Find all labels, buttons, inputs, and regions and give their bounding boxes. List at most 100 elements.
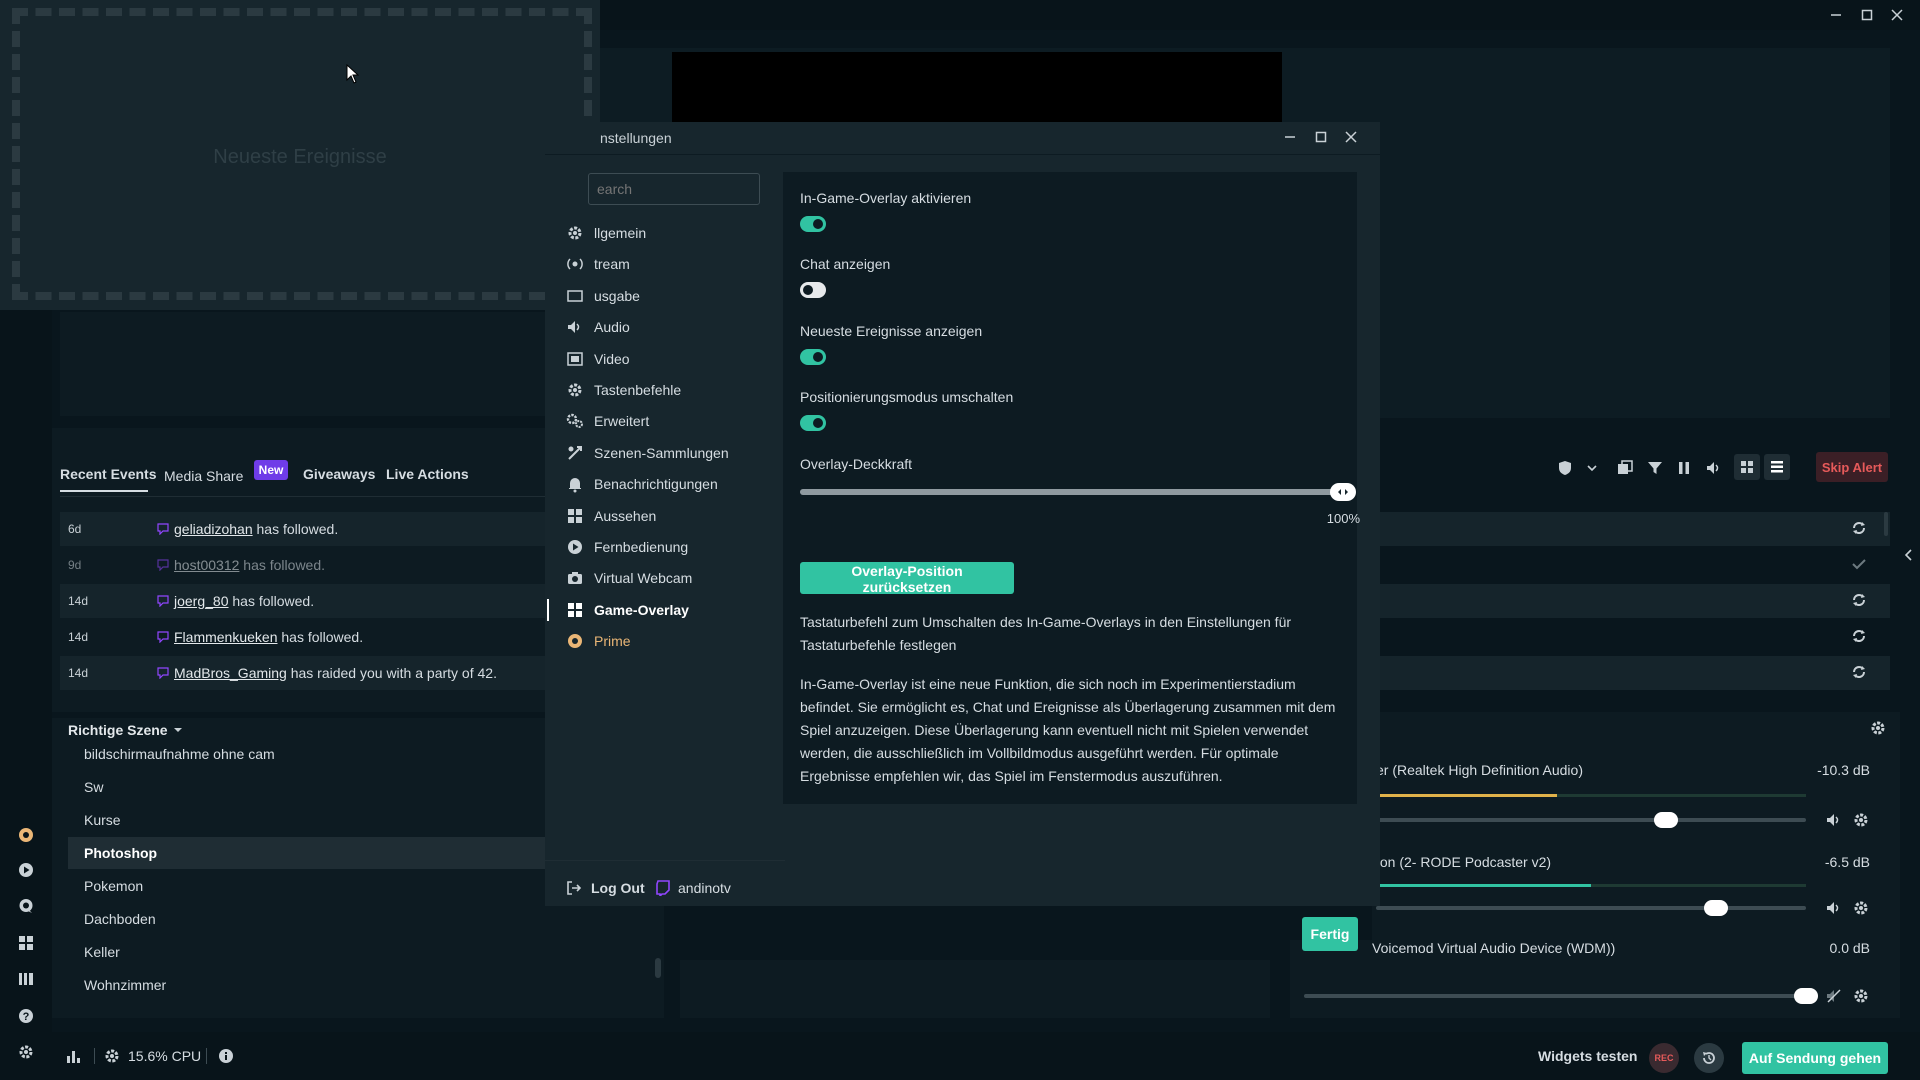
logout-button[interactable]: Log Out bbox=[591, 880, 645, 896]
list-view-icon[interactable] bbox=[1764, 454, 1790, 480]
modal-maximize-icon[interactable] bbox=[1310, 126, 1332, 148]
pause-icon[interactable] bbox=[1677, 460, 1691, 476]
opacity-slider-handle[interactable] bbox=[1330, 483, 1356, 501]
scene-item[interactable]: Kurse bbox=[68, 804, 546, 836]
opacity-slider-track[interactable] bbox=[800, 489, 1342, 495]
volume-slider-track[interactable] bbox=[1376, 906, 1806, 910]
copy-icon[interactable] bbox=[1617, 460, 1633, 476]
replay-icon[interactable] bbox=[1851, 664, 1867, 680]
speaker-icon[interactable] bbox=[1826, 900, 1842, 916]
replay-icon[interactable] bbox=[1851, 628, 1867, 644]
scene-item[interactable]: Wohnzimmer bbox=[68, 969, 546, 1001]
volume-slider-handle[interactable] bbox=[1704, 900, 1728, 916]
scene-item[interactable]: Sw bbox=[68, 771, 546, 803]
tab-live-actions[interactable]: Live Actions bbox=[386, 466, 469, 482]
settings-nav-item[interactable]: Prime bbox=[566, 626, 786, 656]
settings-nav-item[interactable]: Szenen-Sammlungen bbox=[566, 438, 786, 468]
record-button[interactable]: REC bbox=[1649, 1043, 1679, 1073]
settings-nav-item[interactable]: Benachrichtigungen bbox=[566, 469, 786, 499]
stats-bar-chart-icon[interactable] bbox=[66, 1048, 82, 1064]
chat-show-toggle[interactable] bbox=[800, 282, 826, 298]
chevron-down-icon[interactable] bbox=[1586, 462, 1598, 474]
settings-nav-item[interactable]: tream bbox=[566, 249, 786, 279]
settings-nav-item[interactable]: Tastenbefehle bbox=[566, 375, 786, 405]
tab-recent-events[interactable]: Recent Events bbox=[60, 466, 156, 482]
positioning-mode-toggle[interactable] bbox=[800, 415, 826, 431]
chevron-down-icon[interactable] bbox=[172, 724, 184, 736]
event-user-link[interactable]: host00312 bbox=[174, 557, 239, 573]
volume-slider-handle[interactable] bbox=[1654, 812, 1678, 828]
modal-close-icon[interactable] bbox=[1340, 126, 1362, 148]
skip-alert-button[interactable]: Skip Alert bbox=[1816, 452, 1888, 482]
speaker-icon[interactable] bbox=[1826, 812, 1842, 828]
library-icon[interactable] bbox=[14, 967, 38, 991]
prime-icon[interactable] bbox=[14, 823, 38, 847]
mouse-cursor-icon bbox=[346, 64, 360, 84]
volume-slider-track[interactable] bbox=[1304, 994, 1804, 998]
gear-icon[interactable] bbox=[1853, 812, 1869, 828]
minimize-icon[interactable] bbox=[1825, 4, 1847, 26]
help-icon[interactable]: ? bbox=[14, 1004, 38, 1028]
opacity-slider-fill bbox=[800, 489, 1342, 495]
recent-events-show-toggle[interactable] bbox=[800, 349, 826, 365]
chat-icon[interactable] bbox=[14, 894, 38, 918]
grid-view-icon[interactable] bbox=[1734, 454, 1760, 480]
settings-gear-icon[interactable] bbox=[14, 1040, 38, 1064]
settings-search-input[interactable] bbox=[588, 173, 760, 205]
shield-icon[interactable] bbox=[1558, 460, 1572, 476]
event-row[interactable]: 14d Flammenkueken has followed. bbox=[60, 620, 546, 654]
scene-item[interactable]: Keller bbox=[68, 936, 546, 968]
settings-nav-item[interactable]: Aussehen bbox=[566, 501, 786, 531]
settings-nav-item[interactable]: Video bbox=[566, 344, 786, 374]
settings-nav-item[interactable]: usgabe bbox=[566, 281, 786, 311]
settings-nav-item[interactable]: Fernbedienung bbox=[566, 532, 786, 562]
overlay-enable-toggle[interactable] bbox=[800, 216, 826, 232]
close-icon[interactable] bbox=[1886, 4, 1908, 26]
status-divider bbox=[206, 1048, 207, 1064]
gear-icon[interactable] bbox=[1853, 900, 1869, 916]
settings-nav-item-active[interactable]: Game-Overlay bbox=[566, 595, 786, 625]
replay-buffer-icon[interactable] bbox=[1694, 1043, 1724, 1073]
tab-giveaways[interactable]: Giveaways bbox=[303, 466, 375, 482]
overlay-info-text: In-Game-Overlay ist eine neue Funktion, … bbox=[800, 676, 1336, 784]
event-user-link[interactable]: joerg_80 bbox=[174, 593, 229, 609]
muted-speaker-icon[interactable] bbox=[1826, 988, 1842, 1004]
settings-nav-item[interactable]: llgemein bbox=[566, 218, 786, 248]
scene-item-active[interactable]: Photoshop bbox=[68, 837, 546, 869]
event-row[interactable]: 6d geliadizohan has followed. bbox=[60, 512, 546, 546]
reset-overlay-position-button[interactable]: Overlay-Position zurücksetzen bbox=[800, 562, 1014, 595]
dashboard-icon[interactable] bbox=[14, 931, 38, 955]
scene-item[interactable]: Pokemon bbox=[68, 870, 546, 902]
modal-minimize-icon[interactable] bbox=[1279, 126, 1301, 148]
scene-item[interactable]: Dachboden bbox=[68, 903, 546, 935]
volume-slider-track[interactable] bbox=[1376, 818, 1806, 822]
gear-icon[interactable] bbox=[1853, 988, 1869, 1004]
collapse-chevron-icon[interactable] bbox=[1903, 548, 1913, 562]
info-icon[interactable] bbox=[218, 1048, 234, 1064]
event-user-link[interactable]: MadBros_Gaming bbox=[174, 665, 287, 681]
scene-collection-header[interactable]: Richtige Szene bbox=[68, 722, 168, 738]
done-button[interactable]: Fertig bbox=[1302, 917, 1358, 951]
volume-icon[interactable] bbox=[1706, 460, 1722, 476]
event-row[interactable]: 14d MadBros_Gaming has raided you with a… bbox=[60, 656, 546, 690]
tab-media-share[interactable]: Media Share bbox=[164, 468, 243, 484]
alerts-scrollbar[interactable] bbox=[1884, 512, 1888, 536]
filter-icon[interactable] bbox=[1647, 460, 1663, 476]
event-user-link[interactable]: Flammenkueken bbox=[174, 629, 278, 645]
settings-nav-item[interactable]: Audio bbox=[566, 312, 786, 342]
replay-icon[interactable] bbox=[1851, 520, 1867, 536]
settings-nav-item[interactable]: Erweitert bbox=[566, 406, 786, 436]
play-circle-icon[interactable] bbox=[14, 858, 38, 882]
event-row[interactable]: 14d joerg_80 has followed. bbox=[60, 584, 546, 618]
scene-list-scrollbar[interactable] bbox=[655, 958, 661, 978]
scene-item[interactable]: bildschirmaufnahme ohne cam bbox=[68, 748, 546, 770]
volume-slider-handle[interactable] bbox=[1794, 988, 1818, 1004]
replay-icon[interactable] bbox=[1851, 592, 1867, 608]
go-live-button[interactable]: Auf Sendung gehen bbox=[1742, 1042, 1888, 1074]
maximize-icon[interactable] bbox=[1856, 4, 1878, 26]
mixer-settings-icon[interactable] bbox=[1870, 720, 1886, 736]
widgets-test-button[interactable]: Widgets testen bbox=[1538, 1048, 1637, 1064]
event-row[interactable]: 9d host00312 has followed. bbox=[60, 548, 546, 582]
settings-nav-item[interactable]: Virtual Webcam bbox=[566, 563, 786, 593]
event-user-link[interactable]: geliadizohan bbox=[174, 521, 253, 537]
